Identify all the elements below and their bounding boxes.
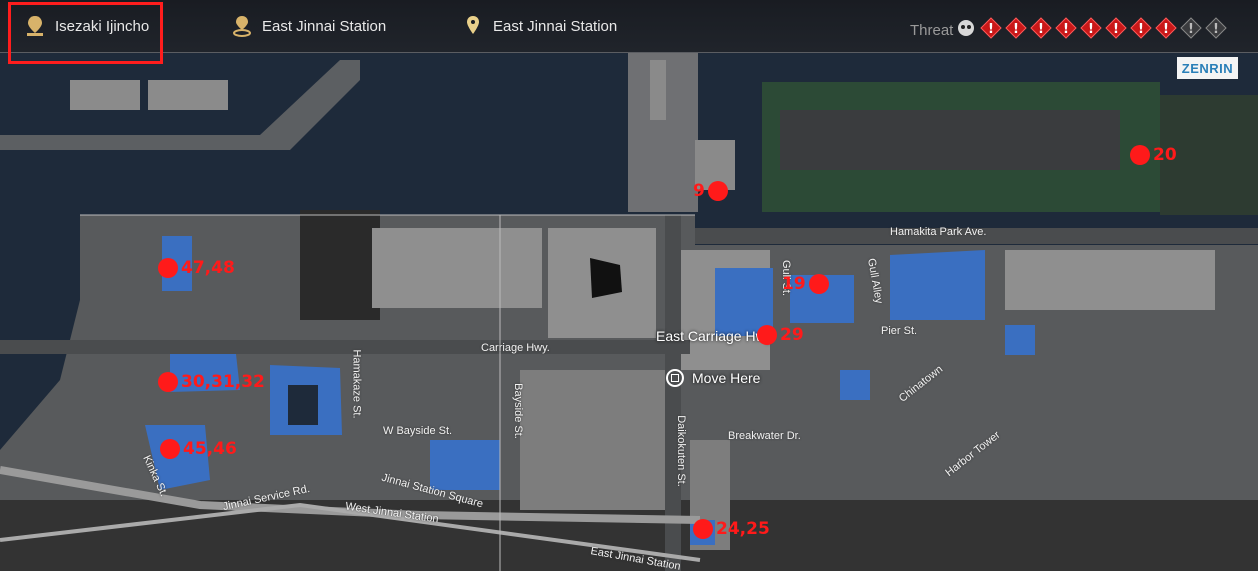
threat-meter: !!!!!!!!!! [955, 17, 1227, 39]
location-district-label: Isezaki Ijincho [55, 17, 150, 35]
zenrin-badge: ZENRIN [1177, 57, 1238, 79]
svg-text:!: ! [1038, 22, 1044, 37]
station-pin-icon [233, 16, 251, 37]
street-label: W Bayside St. [383, 425, 453, 437]
marker-dot [707, 181, 728, 201]
svg-text:!: ! [988, 22, 994, 37]
street-label: Daikokuten St. [674, 415, 687, 487]
threat-active-icon: ! [1155, 17, 1177, 39]
svg-text:!: ! [1013, 22, 1019, 37]
svg-text:!: ! [1088, 22, 1094, 37]
location-district[interactable]: Isezaki Ijincho [25, 14, 149, 38]
street-label: Hamakaze St. [350, 349, 363, 419]
threat-inactive-icon: ! [1205, 17, 1227, 39]
map-screen: Isezaki Ijincho East Jinnai Station East… [0, 0, 1258, 571]
threat-inactive-icon: ! [1180, 17, 1202, 39]
svg-text:!: ! [1113, 22, 1119, 37]
city-map[interactable] [0, 0, 1258, 571]
svg-text:!: ! [1188, 22, 1194, 37]
marker-47-48[interactable]: 47,48 [158, 258, 235, 278]
location-current[interactable]: East Jinnai Station [463, 14, 617, 38]
svg-text:!: ! [1138, 22, 1144, 37]
marker-number: 20 [1153, 145, 1177, 165]
current-street-label: East Carriage Hwy [656, 328, 773, 344]
threat-label: Threat [910, 22, 954, 39]
location-pin-icon [467, 16, 479, 34]
marker-20[interactable]: 20 [1130, 145, 1177, 165]
marker-number: 24,25 [716, 519, 770, 539]
svg-text:!: ! [1163, 22, 1169, 37]
marker-dot [158, 372, 178, 392]
threat-active-icon: ! [1130, 17, 1152, 39]
move-here-label: Move Here [692, 370, 761, 386]
marker-dot [693, 519, 713, 539]
threat-active-icon: ! [1005, 17, 1027, 39]
marker-number: 29 [780, 325, 804, 345]
street-label: Hamakita Park Ave. [890, 226, 987, 238]
button-prompt-icon [666, 369, 684, 387]
marker-number: 9 [693, 181, 705, 201]
marker-number: 19 [782, 274, 806, 294]
threat-active-icon: ! [1030, 17, 1052, 39]
threat-skull-icon [958, 20, 974, 36]
marker-30-31-32[interactable]: 30,31,32 [158, 372, 265, 392]
threat-active-icon: ! [1105, 17, 1127, 39]
threat-active-icon: ! [1055, 17, 1077, 39]
district-pin-icon [27, 16, 43, 36]
street-label: Bayside St. [511, 383, 524, 439]
marker-45-46[interactable]: 45,46 [160, 439, 237, 459]
street-label: Pier St. [881, 325, 918, 337]
marker-dot [158, 258, 178, 278]
location-current-label: East Jinnai Station [493, 17, 618, 35]
svg-text:!: ! [1063, 22, 1069, 37]
marker-24-25[interactable]: 24,25 [693, 519, 770, 539]
marker-29[interactable]: 29 [757, 325, 804, 345]
marker-dot [757, 325, 777, 345]
marker-number: 30,31,32 [181, 372, 265, 392]
marker-9[interactable]: 9 [693, 181, 728, 201]
threat-active-icon: ! [980, 17, 1002, 39]
marker-dot [1130, 145, 1150, 165]
marker-number: 47,48 [181, 258, 235, 278]
threat-active-icon: ! [1080, 17, 1102, 39]
street-label: Carriage Hwy. [481, 342, 550, 354]
svg-text:!: ! [1213, 22, 1219, 37]
marker-number: 45,46 [183, 439, 237, 459]
street-label: Breakwater Dr. [728, 430, 801, 442]
location-station[interactable]: East Jinnai Station [232, 14, 386, 38]
marker-19[interactable]: 19 [782, 274, 829, 294]
marker-dot [808, 274, 829, 294]
location-station-label: East Jinnai Station [262, 17, 387, 35]
move-here-action[interactable]: Move Here [666, 369, 760, 387]
marker-dot [160, 439, 180, 459]
